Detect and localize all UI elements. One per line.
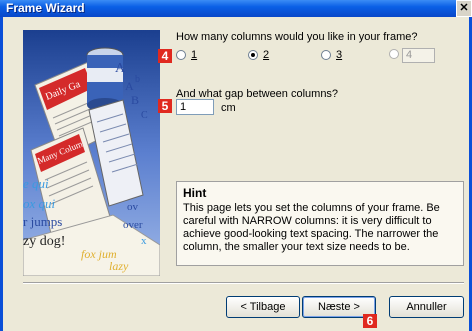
radio-columns-3[interactable]: 3: [321, 49, 342, 61]
hint-box: Hint This page lets you set the columns …: [176, 181, 464, 266]
gap-unit-label: cm: [221, 102, 236, 114]
columns-custom-input[interactable]: 4: [402, 48, 435, 63]
newspaper-illustration: Daily Ga Many Colum A A B C b e qui ox q…: [23, 30, 160, 276]
frame-wizard-window: Frame Wizard ✕ Daily Ga Many Colum A A B…: [0, 0, 472, 331]
scatter-letter: C: [141, 110, 148, 121]
columns-question: How many columns would you like in your …: [176, 31, 418, 43]
radio-columns-1[interactable]: 1: [176, 49, 197, 61]
scatter-letter: A: [125, 79, 134, 93]
scatter-text: over: [123, 219, 143, 231]
radio-circle[interactable]: [321, 50, 331, 60]
radio-columns-custom[interactable]: [389, 49, 399, 59]
back-button[interactable]: < Tilbage: [226, 296, 300, 318]
marker-4: 4: [158, 49, 172, 63]
scatter-text: e qui: [23, 176, 49, 191]
scatter-letter: B: [131, 93, 139, 107]
scatter-letter: b: [135, 74, 140, 85]
separator: [23, 282, 464, 284]
marker-5: 5: [158, 99, 172, 113]
window-title: Frame Wizard: [6, 1, 85, 15]
scatter-text: ov: [127, 201, 139, 213]
scatter-letter: A: [115, 61, 126, 76]
title-bar: Frame Wizard ✕: [0, 0, 472, 17]
radio-circle[interactable]: [389, 49, 399, 59]
radio-circle[interactable]: [176, 50, 186, 60]
radio-label: 2: [263, 49, 270, 61]
gap-input[interactable]: 1: [176, 99, 214, 115]
hint-title: Hint: [183, 186, 207, 200]
radio-label: 3: [336, 49, 343, 61]
close-button[interactable]: ✕: [456, 0, 472, 17]
scatter-text: ox qui: [23, 196, 56, 211]
marker-6: 6: [363, 314, 377, 328]
radio-label: 1: [191, 49, 198, 61]
radio-columns-2[interactable]: 2: [248, 49, 269, 61]
scatter-text: r jumps: [23, 214, 62, 229]
scatter-text: x: [141, 235, 147, 247]
cancel-button[interactable]: Annuller: [389, 296, 464, 318]
scatter-text: zy dog!: [23, 234, 65, 249]
scatter-text: lazy: [109, 259, 129, 273]
radio-circle-checked[interactable]: [248, 50, 258, 60]
hint-text: This page lets you set the columns of yo…: [183, 202, 440, 253]
